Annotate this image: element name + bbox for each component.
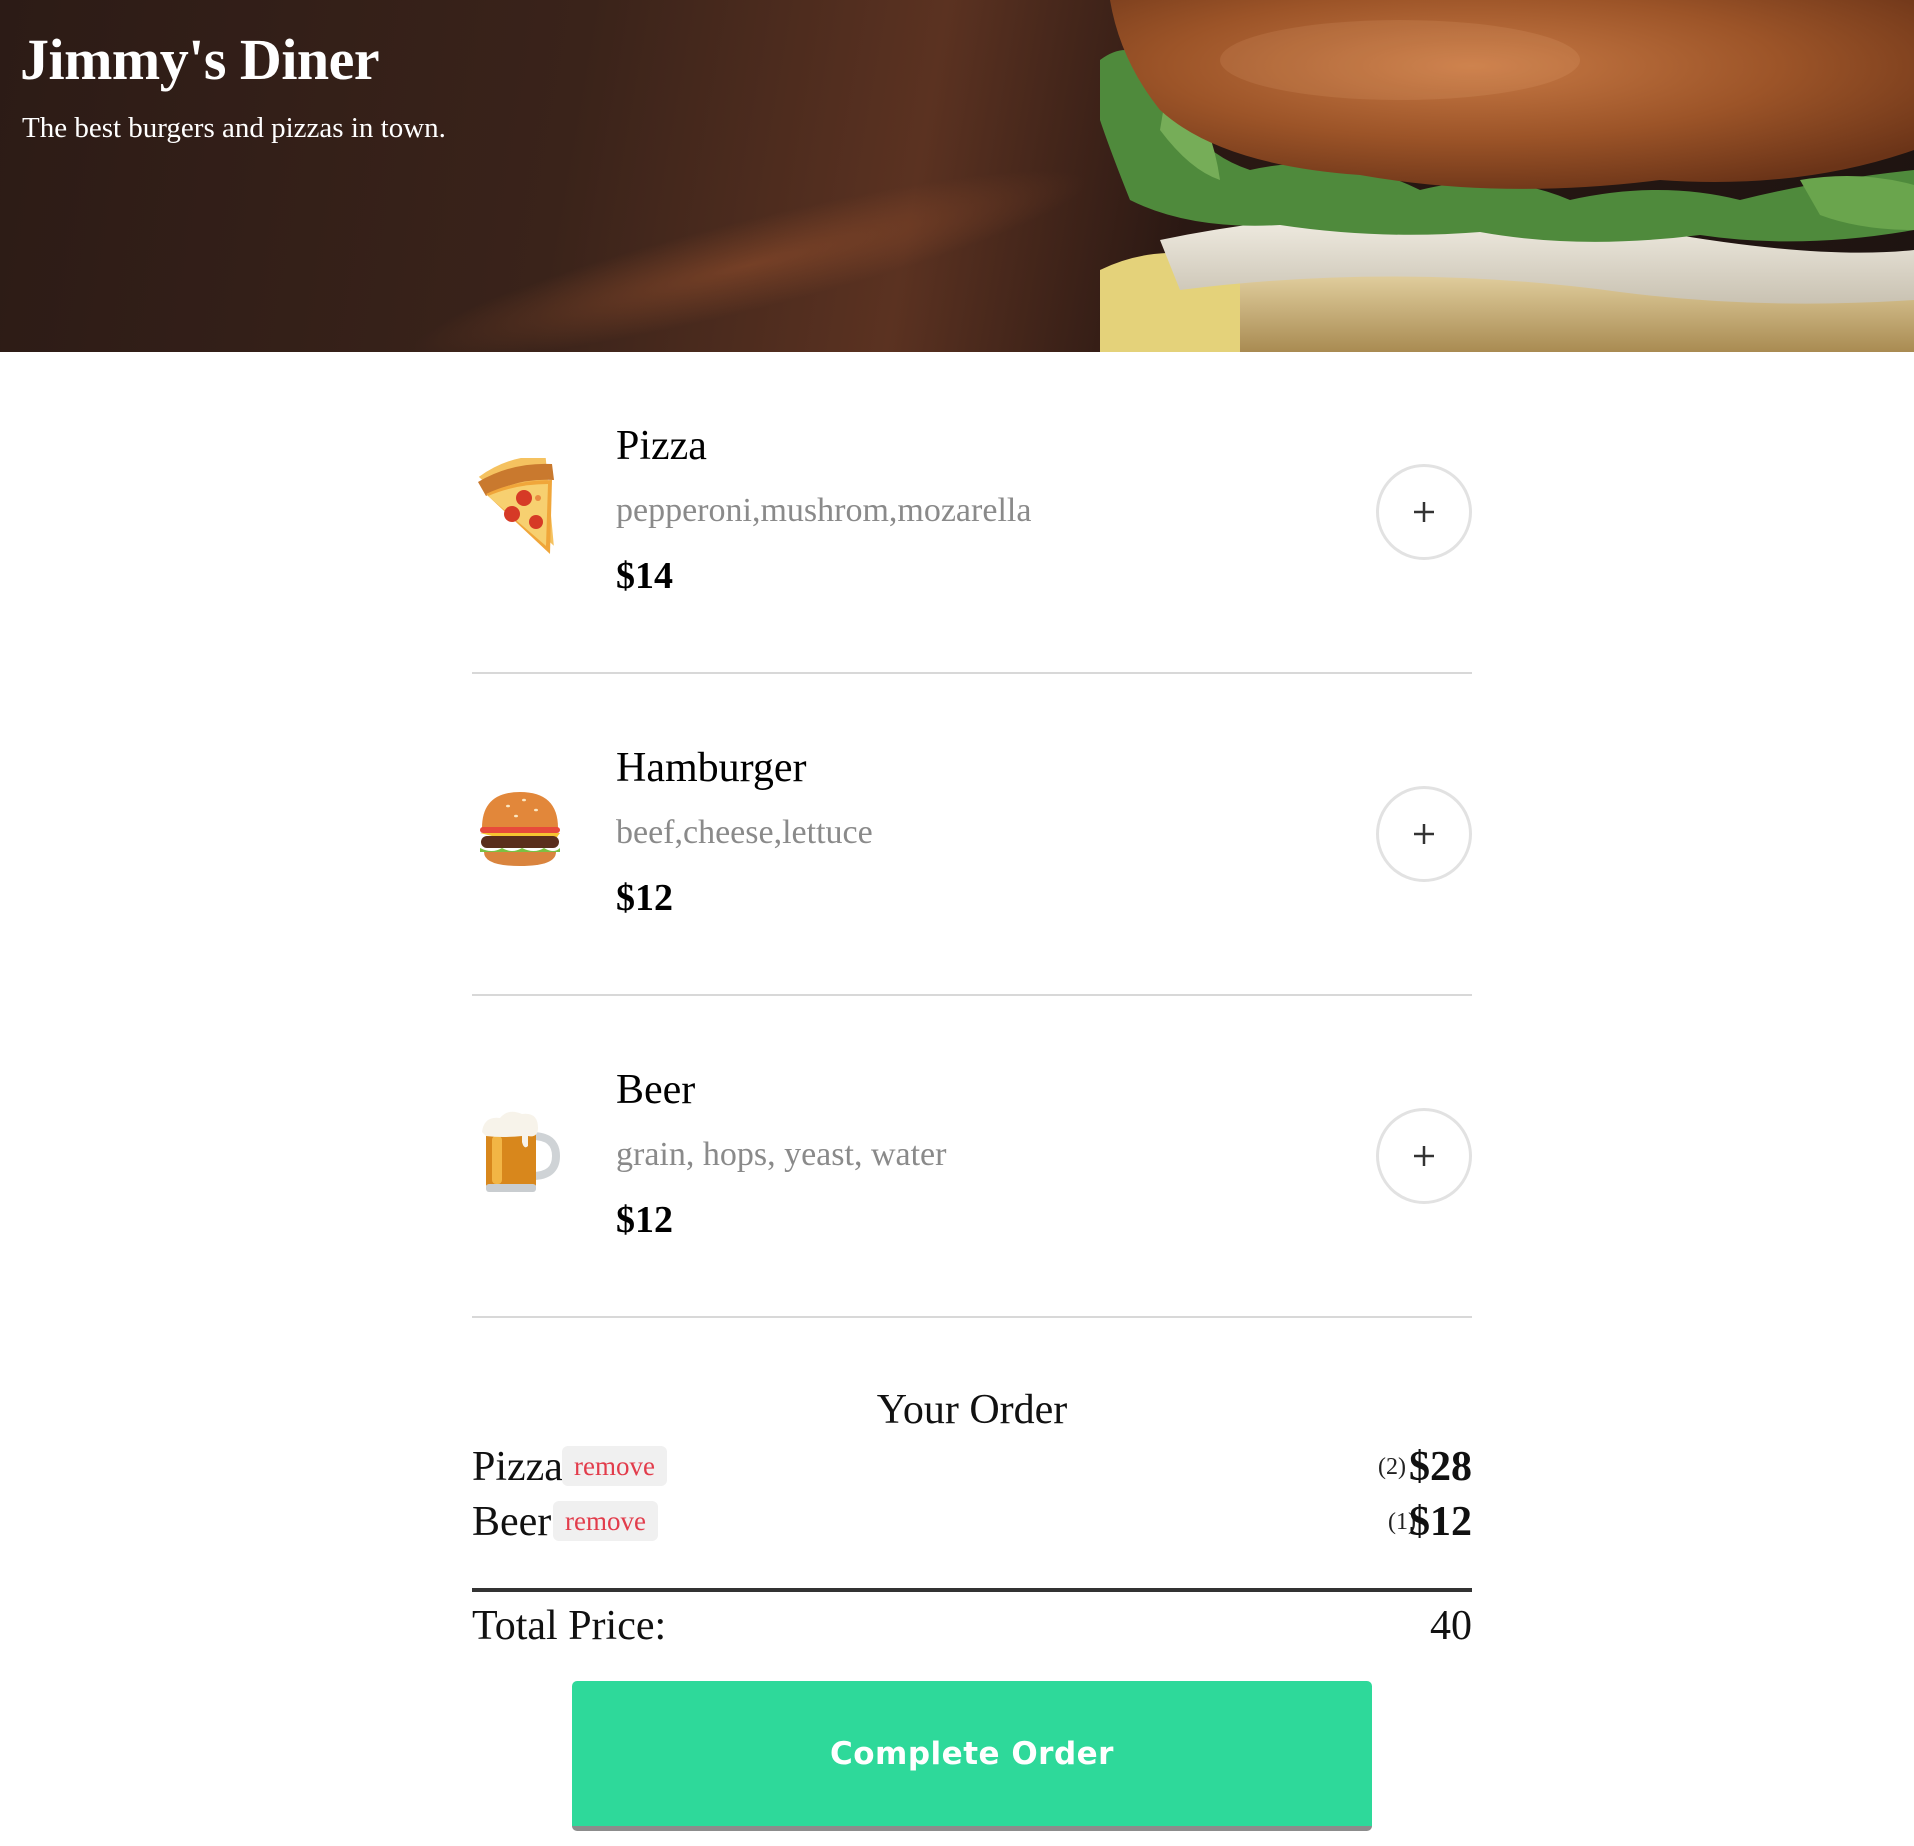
hamburger-icon: [480, 792, 560, 866]
order-title: Your Order: [876, 1387, 1068, 1433]
add-beer-button[interactable]: [1376, 1108, 1472, 1204]
order-item-name: Pizza: [472, 1444, 563, 1490]
total-row: Total Price: 40: [472, 1598, 1472, 1654]
item-ingredients: pepperoni,mushrom,mozarella: [616, 492, 1032, 529]
site-tagline: The best burgers and pizzas in town.: [22, 112, 446, 144]
order-summary: Your Order Pizza remove (2) $28 Beer rem…: [472, 1380, 1472, 1831]
order-item-name: Beer: [472, 1499, 552, 1545]
menu-item-pizza: Pizza pepperoni,mushrom,mozarella $14: [472, 352, 1472, 674]
item-price: $12: [616, 877, 673, 919]
item-ingredients: grain, hops, yeast, water: [616, 1136, 947, 1173]
pizza-icon: [478, 458, 554, 554]
item-name: Beer: [616, 1067, 696, 1113]
remove-pizza-button[interactable]: remove: [562, 1446, 667, 1486]
site-title: Jimmy's Diner: [20, 27, 380, 92]
total-value: 40: [1430, 1603, 1472, 1649]
remove-beer-button[interactable]: remove: [553, 1501, 658, 1541]
plus-icon: [1414, 824, 1434, 844]
order-line-beer: Beer remove (1) $12: [472, 1495, 1472, 1550]
item-name: Hamburger: [616, 745, 807, 791]
total-label: Total Price:: [472, 1603, 667, 1649]
item-price: $14: [616, 555, 673, 597]
order-item-price: $12: [1409, 1499, 1472, 1545]
order-item-price: $28: [1409, 1444, 1472, 1490]
item-price: $12: [616, 1199, 673, 1241]
hero-background-wood: [399, 136, 1101, 352]
order-line-pizza: Pizza remove (2) $28: [472, 1440, 1472, 1495]
complete-order-button[interactable]: Complete Order: [572, 1681, 1372, 1831]
add-pizza-button[interactable]: [1376, 464, 1472, 560]
beer-icon: [482, 1111, 561, 1192]
plus-icon: [1414, 1146, 1434, 1166]
add-hamburger-button[interactable]: [1376, 786, 1472, 882]
item-ingredients: beef,cheese,lettuce: [616, 814, 873, 851]
menu-list: Pizza pepperoni,mushrom,mozarella $14 Ha…: [472, 352, 1472, 1318]
item-name: Pizza: [616, 423, 707, 469]
hero-banner: Jimmy's Diner The best burgers and pizza…: [0, 0, 1914, 352]
menu-item-beer: Beer grain, hops, yeast, water $12: [472, 996, 1472, 1318]
menu-item-hamburger: Hamburger beef,cheese,lettuce $12: [472, 674, 1472, 996]
hero-burger-image: [1100, 0, 1914, 352]
order-item-quantity: (2): [1378, 1454, 1406, 1480]
plus-icon: [1414, 502, 1434, 522]
total-divider: [472, 1588, 1472, 1592]
